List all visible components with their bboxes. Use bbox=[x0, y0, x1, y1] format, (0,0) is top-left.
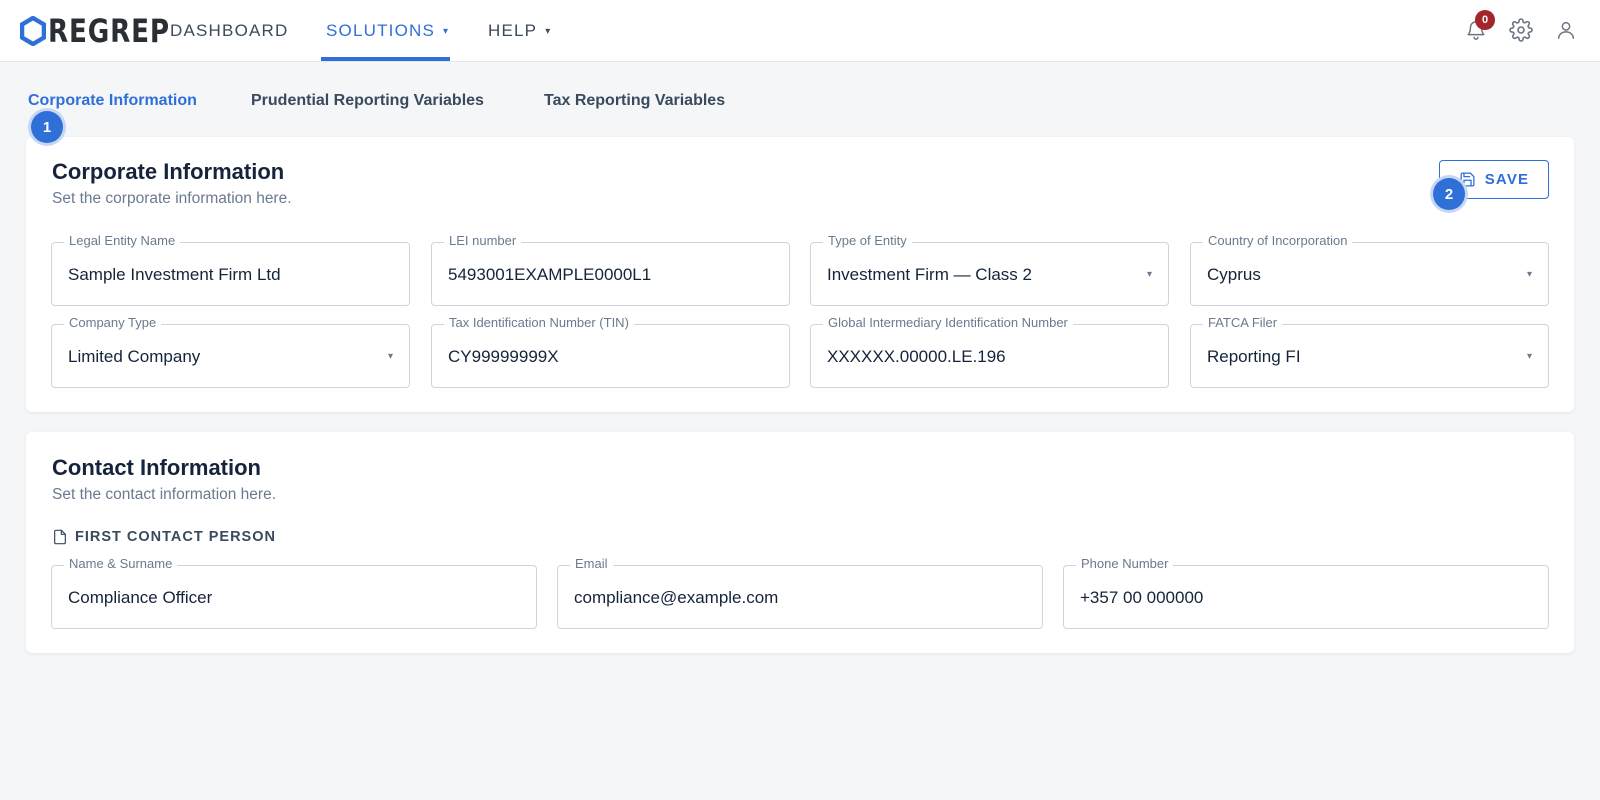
contact-information-card: Contact Information Set the contact info… bbox=[26, 432, 1574, 653]
company-type-select[interactable]: Company Type Limited Company ▾ bbox=[51, 315, 410, 388]
field-label: Phone Number bbox=[1076, 556, 1174, 571]
chevron-down-icon: ▾ bbox=[1526, 351, 1532, 362]
field-label: Type of Entity bbox=[823, 233, 912, 248]
gear-icon bbox=[1509, 18, 1533, 42]
save-button-label: SAVE bbox=[1484, 171, 1530, 188]
user-menu-button[interactable] bbox=[1552, 16, 1580, 44]
field-value: Sample Investment Firm Ltd bbox=[68, 265, 281, 284]
tab-corporate-information[interactable]: Corporate Information bbox=[28, 92, 197, 110]
field-value: Investment Firm — Class 2 bbox=[827, 265, 1032, 284]
field-label: Name & Surname bbox=[64, 556, 178, 571]
legal-entity-name-field[interactable]: Legal Entity Name Sample Investment Firm… bbox=[51, 233, 410, 306]
field-value: 5493001EXAMPLE0000L1 bbox=[448, 265, 652, 284]
section-label: FIRST CONTACT PERSON bbox=[75, 529, 276, 545]
field-value: compliance@example.com bbox=[574, 588, 779, 607]
field-label: LEI number bbox=[444, 233, 522, 248]
nav-solutions[interactable]: SOLUTIONS ▾ bbox=[326, 0, 449, 62]
fatca-filer-select[interactable]: FATCA Filer Reporting FI ▾ bbox=[1190, 315, 1549, 388]
first-contact-person-heading: FIRST CONTACT PERSON bbox=[52, 528, 276, 546]
contact-card-subtitle: Set the contact information here. bbox=[52, 486, 277, 503]
nav-dashboard[interactable]: DASHBOARD bbox=[170, 0, 289, 62]
step-badge-2: 2 bbox=[1433, 178, 1465, 210]
chevron-down-icon: ▾ bbox=[1526, 269, 1532, 280]
chevron-down-icon: ▾ bbox=[545, 25, 552, 37]
field-value: Reporting FI bbox=[1207, 347, 1301, 366]
country-of-incorporation-select[interactable]: Country of Incorporation Cyprus ▾ bbox=[1190, 233, 1549, 306]
field-label: Global Intermediary Identification Numbe… bbox=[823, 315, 1073, 330]
name-surname-field[interactable]: Name & Surname Compliance Officer bbox=[51, 556, 537, 629]
field-value: Limited Company bbox=[68, 347, 201, 366]
user-icon bbox=[1557, 21, 1575, 39]
chevron-down-icon: ▾ bbox=[443, 25, 450, 37]
field-value: Cyprus bbox=[1207, 265, 1261, 284]
type-of-entity-select[interactable]: Type of Entity Investment Firm — Class 2… bbox=[810, 233, 1169, 306]
notification-count-badge: 0 bbox=[1475, 10, 1495, 30]
active-nav-indicator bbox=[321, 57, 450, 61]
field-value: Compliance Officer bbox=[68, 588, 213, 607]
field-label: Legal Entity Name bbox=[64, 233, 181, 248]
nav-help-label: HELP bbox=[488, 21, 538, 40]
corporate-card-title: Corporate Information bbox=[52, 159, 285, 184]
field-label: FATCA Filer bbox=[1203, 315, 1283, 330]
top-navigation-bar: REGREP DASHBOARD SOLUTIONS ▾ HELP ▾ 0 bbox=[0, 0, 1600, 62]
field-label: Tax Identification Number (TIN) bbox=[444, 315, 634, 330]
field-label: Company Type bbox=[64, 315, 162, 330]
field-value: +357 00 000000 bbox=[1080, 588, 1204, 607]
field-label: Country of Incorporation bbox=[1203, 233, 1353, 248]
corporate-card-subtitle: Set the corporate information here. bbox=[52, 190, 292, 207]
contact-card-title: Contact Information bbox=[52, 455, 261, 480]
field-label: Email bbox=[570, 556, 613, 571]
tin-field[interactable]: Tax Identification Number (TIN) CY999999… bbox=[431, 315, 790, 388]
hexagon-logo-icon bbox=[20, 16, 46, 46]
settings-button[interactable] bbox=[1507, 16, 1535, 44]
chevron-down-icon: ▾ bbox=[1146, 269, 1152, 280]
lei-number-field[interactable]: LEI number 5493001EXAMPLE0000L1 bbox=[431, 233, 790, 306]
logo-text: REGREP bbox=[48, 12, 170, 50]
nav-solutions-label: SOLUTIONS bbox=[326, 21, 436, 40]
tab-prudential-reporting-variables[interactable]: Prudential Reporting Variables bbox=[251, 92, 484, 110]
email-field[interactable]: Email compliance@example.com bbox=[557, 556, 1043, 629]
tab-tax-reporting-variables[interactable]: Tax Reporting Variables bbox=[544, 92, 725, 110]
phone-number-field[interactable]: Phone Number +357 00 000000 bbox=[1063, 556, 1549, 629]
nav-help[interactable]: HELP ▾ bbox=[488, 0, 551, 62]
field-value: XXXXXX.00000.LE.196 bbox=[827, 347, 1006, 366]
chevron-down-icon: ▾ bbox=[387, 351, 393, 362]
document-icon bbox=[54, 529, 66, 545]
field-value: CY99999999X bbox=[448, 347, 559, 366]
step-badge-1: 1 bbox=[31, 111, 63, 143]
giin-field[interactable]: Global Intermediary Identification Numbe… bbox=[810, 315, 1169, 388]
nav-dashboard-label: DASHBOARD bbox=[170, 21, 289, 40]
corporate-information-card: Corporate Information Set the corporate … bbox=[26, 137, 1574, 412]
